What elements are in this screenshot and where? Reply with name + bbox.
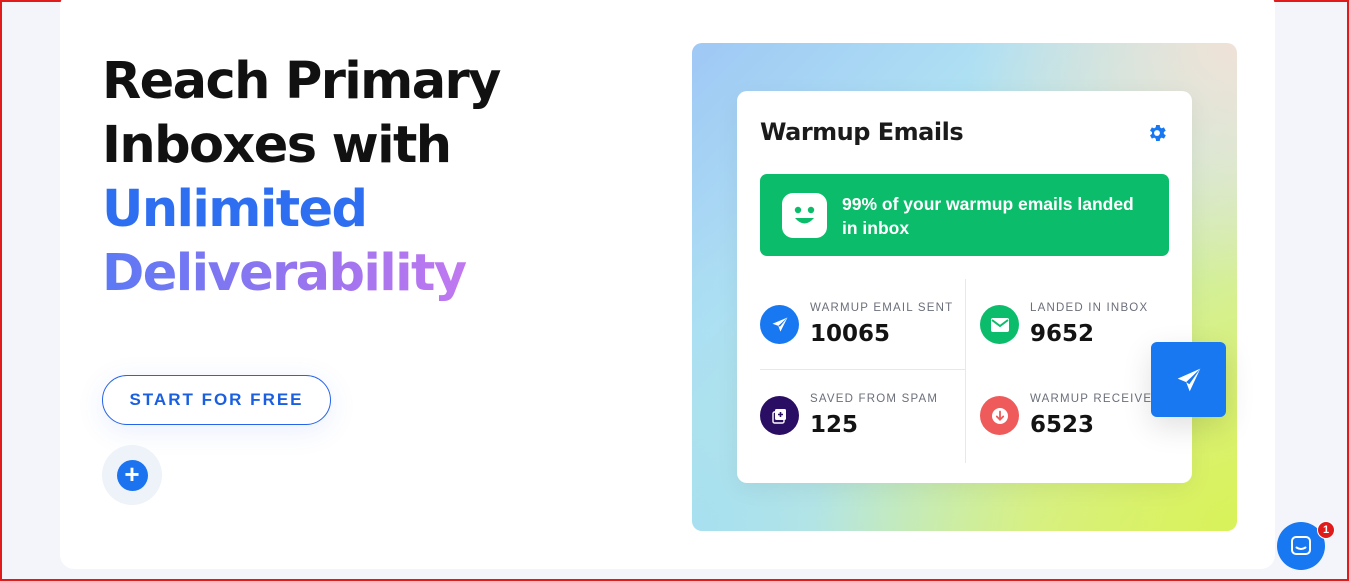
- stat-value: 10065: [810, 321, 891, 347]
- stat-warmup-sent: WARMUP EMAIL SENT 10065: [760, 279, 960, 369]
- stat-value: 125: [810, 412, 859, 438]
- warmup-widget: Warmup Emails 99% of your warmup emails …: [737, 91, 1192, 483]
- stat-saved-spam: SAVED FROM SPAM 125: [760, 370, 960, 460]
- stats-grid: WARMUP EMAIL SENT 10065 LANDED IN INBOX …: [760, 279, 1169, 463]
- headline-line-4: Deliverability: [102, 242, 582, 306]
- paper-plane-icon: [1177, 368, 1200, 391]
- stats-vertical-divider: [965, 279, 966, 463]
- download-icon: [980, 396, 1019, 435]
- send-icon: [760, 305, 799, 344]
- stat-value: 9652: [1030, 321, 1095, 347]
- headline-line-3: Unlimited: [102, 180, 368, 239]
- headline-line-1: Reach Primary: [102, 52, 501, 111]
- stat-label: WARMUP EMAIL SENT: [810, 302, 954, 314]
- headline-line-2: Inboxes with: [102, 116, 452, 175]
- spam-icon: [760, 396, 799, 435]
- hero-headline: Reach Primary Inboxes with Unlimited Del…: [102, 50, 582, 306]
- start-for-free-button[interactable]: START FOR FREE: [102, 375, 331, 425]
- gear-icon[interactable]: [1146, 122, 1168, 144]
- stat-label: WARMUP RECEIVED: [1030, 393, 1162, 405]
- banner-text: 99% of your warmup emails landed in inbo…: [842, 194, 1134, 238]
- inbox-rate-banner: 99% of your warmup emails landed in inbo…: [760, 174, 1169, 256]
- stat-landed-inbox: LANDED IN INBOX 9652: [980, 279, 1180, 369]
- chat-icon: [1291, 536, 1311, 555]
- stat-label: LANDED IN INBOX: [1030, 302, 1149, 314]
- stat-label: SAVED FROM SPAM: [810, 393, 939, 405]
- plus-icon: +: [116, 459, 148, 491]
- expand-button[interactable]: +: [102, 445, 162, 505]
- mail-icon: [980, 305, 1019, 344]
- widget-title: Warmup Emails: [760, 118, 964, 146]
- stat-value: 6523: [1030, 412, 1095, 438]
- send-action-button[interactable]: [1151, 342, 1226, 417]
- stat-warmup-received: WARMUP RECEIVED 6523: [980, 370, 1180, 460]
- notification-badge: 1: [1317, 521, 1335, 539]
- smiley-icon: [782, 193, 827, 238]
